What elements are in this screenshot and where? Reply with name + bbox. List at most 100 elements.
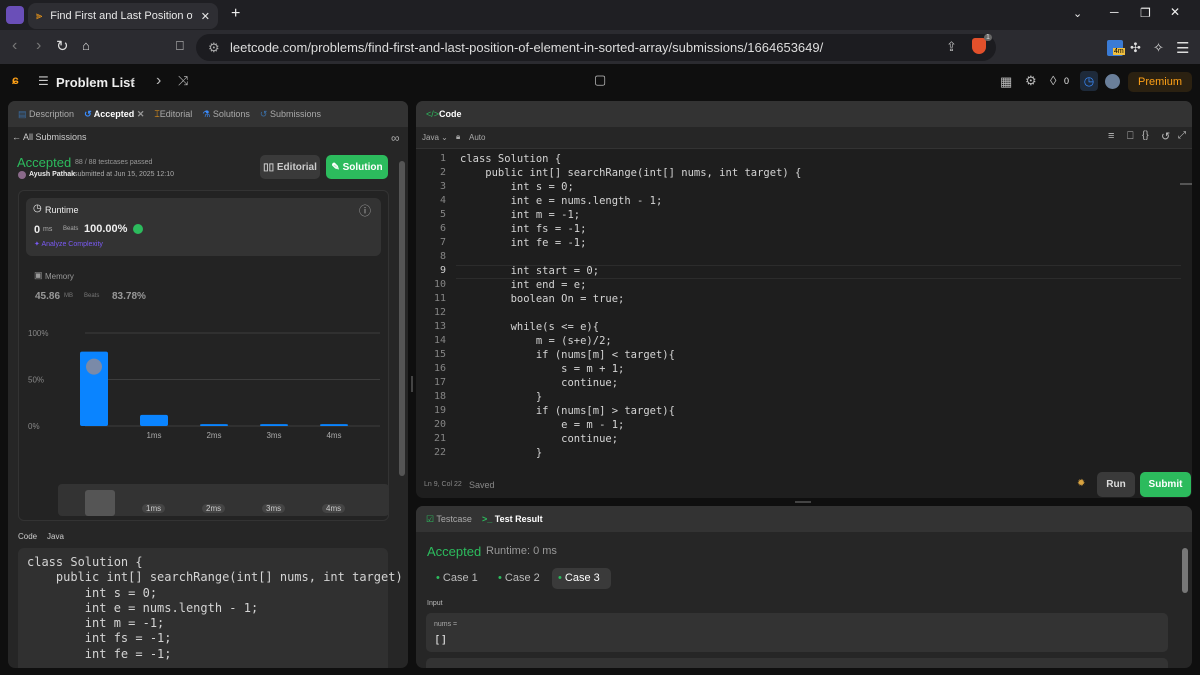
avatar[interactable] xyxy=(1105,74,1120,89)
maximize-icon[interactable]: ❐ xyxy=(1140,6,1151,20)
close-window-icon[interactable]: ✕ xyxy=(1170,5,1180,19)
tab-accepted[interactable]: ↺ Accepted ✕ xyxy=(84,109,144,120)
home-icon[interactable]: ⌂ xyxy=(82,38,90,53)
runtime-card[interactable]: ◷ Runtime ⓘ 0 ms Beats 100.00% ✦ Analyze… xyxy=(26,198,381,256)
language-select[interactable]: Java ⌄ xyxy=(422,133,448,142)
reset-icon[interactable]: ↺ xyxy=(1161,130,1170,143)
user-avatar xyxy=(18,171,26,179)
cursor-position: Ln 9, Col 22 xyxy=(424,481,462,488)
line-number: 15 xyxy=(433,349,446,360)
scrollbar[interactable] xyxy=(399,161,405,476)
back-to-submissions[interactable]: ← All Submissions xyxy=(12,132,87,142)
premium-button[interactable]: Premium xyxy=(1128,72,1192,92)
submission-status: Accepted xyxy=(17,155,72,170)
debug-icon[interactable]: ✹ xyxy=(1077,478,1085,489)
username[interactable]: Ayush Pathak xyxy=(29,171,75,178)
info-icon[interactable]: ⓘ xyxy=(359,202,371,219)
submit-button[interactable]: Submit xyxy=(1140,472,1191,497)
site-settings-icon[interactable]: ⚙ xyxy=(208,40,220,56)
problem-list-link[interactable]: Problem List xyxy=(56,75,135,90)
line-number: 5 xyxy=(439,209,446,220)
vertical-resize-handle[interactable] xyxy=(411,376,413,392)
result-scrollbar[interactable] xyxy=(1182,548,1188,593)
tab-submissions[interactable]: ↺ Submissions xyxy=(260,109,321,120)
x-tick-label: 1ms xyxy=(146,431,161,440)
y-tick-label: 100% xyxy=(28,329,48,338)
tab-test-result[interactable]: >_ Test Result xyxy=(482,514,543,524)
solution-label: Solution xyxy=(342,161,383,173)
leo-ai-icon[interactable]: ✧ xyxy=(1153,40,1164,56)
share-icon[interactable]: ⇪ xyxy=(946,39,957,55)
beats-label: Beats xyxy=(84,293,100,299)
streak-icon[interactable]: ◊ xyxy=(1050,73,1056,88)
analyze-complexity-link[interactable]: ✦ Analyze Complexity xyxy=(34,240,103,248)
tab-editorial[interactable]: ⌶Editorial xyxy=(154,109,192,120)
tab-description[interactable]: ▤ Description xyxy=(18,109,74,120)
braces-icon[interactable]: {} xyxy=(1142,130,1149,141)
line-number: 9 xyxy=(439,265,446,276)
timer-icon[interactable]: ◷ xyxy=(1080,71,1098,91)
layout-icon[interactable]: ▦ xyxy=(1000,74,1012,90)
tab-testcase[interactable]: ☑ Testcase xyxy=(426,514,472,525)
language-label: Java xyxy=(422,133,439,142)
autocomplete-mode[interactable]: Auto xyxy=(469,133,485,142)
bookmark-icon[interactable]: ⎕ xyxy=(176,38,184,54)
bar-4ms xyxy=(320,424,348,426)
line-number: 8 xyxy=(439,251,446,262)
bookmark-icon[interactable]: ⎕ xyxy=(1127,130,1134,143)
code-line: if (nums[m] > target){ xyxy=(460,405,675,417)
notes-icon[interactable]: ▢ xyxy=(594,72,606,88)
expand-icon[interactable]: ⤢ xyxy=(1178,130,1186,141)
code-line: int start = 0; xyxy=(460,265,600,277)
tab-label: Editorial xyxy=(159,108,193,119)
code-editor[interactable]: class Solution { public int[] searchRang… xyxy=(460,153,1180,461)
new-tab-button[interactable]: + xyxy=(231,5,240,23)
format-icon[interactable]: ≡ xyxy=(1108,130,1114,142)
case-1-tab[interactable]: • Case 1 xyxy=(436,572,478,584)
runtime-value: 0 xyxy=(34,224,41,236)
terminal-icon: >_ xyxy=(481,514,493,524)
extensions-icon[interactable]: ✣ xyxy=(1130,40,1141,56)
editor-scrollbar[interactable] xyxy=(1180,183,1192,185)
tab-solutions[interactable]: ⚗ Solutions xyxy=(202,109,250,120)
next-problem-icon[interactable]: › xyxy=(156,72,161,90)
problem-list-icon[interactable]: ☰ xyxy=(38,74,49,88)
line-number: 10 xyxy=(433,279,446,290)
minimize-icon[interactable]: ─ xyxy=(1110,5,1119,19)
code-line: int s = 0; xyxy=(460,181,574,193)
workspace-icon[interactable] xyxy=(6,6,24,24)
leetcode-logo[interactable]: ɕ xyxy=(12,73,19,87)
browser-tab[interactable]: ⫸ Find First and Last Position of Ele ✕ xyxy=(28,3,218,29)
back-icon[interactable]: ‹ xyxy=(12,37,17,55)
chart-range-slider[interactable]: 1ms 2ms 3ms 4ms xyxy=(58,484,389,516)
code-line: m = (s+e)/2; xyxy=(460,335,612,347)
brave-shield-icon[interactable] xyxy=(972,38,986,54)
editorial-button[interactable]: ▯▯ Editorial xyxy=(260,155,320,179)
line-number: 19 xyxy=(433,405,446,416)
tab-search-icon[interactable]: ⌄ xyxy=(1073,7,1082,20)
run-button[interactable]: Run xyxy=(1097,472,1135,497)
left-tabs: ▤ Description ↺ Accepted ✕ ⌶Editorial ⚗ … xyxy=(8,101,408,127)
close-tab-icon[interactable]: ✕ xyxy=(201,10,210,23)
solution-button[interactable]: ✎ Solution xyxy=(326,155,388,179)
slider-handle[interactable] xyxy=(85,490,115,516)
url-bar[interactable]: ⚙ leetcode.com/problems/find-first-and-l… xyxy=(196,34,996,61)
close-tab-icon[interactable]: ✕ xyxy=(137,109,145,119)
code-line: class Solution { xyxy=(460,153,562,165)
settings-icon[interactable]: ⚙ xyxy=(1025,73,1037,89)
reload-icon[interactable]: ↻ xyxy=(56,37,69,55)
forward-icon[interactable]: › xyxy=(36,37,41,55)
prev-problem-icon[interactable]: ‹ xyxy=(130,72,135,90)
case-3-tab[interactable]: • Case 3 xyxy=(552,568,611,589)
runtime-label: Runtime xyxy=(45,205,79,215)
menu-icon[interactable]: ☰ xyxy=(1176,39,1189,57)
beats-label: Beats xyxy=(63,226,79,232)
submission-panel: ▤ Description ↺ Accepted ✕ ⌶Editorial ⚗ … xyxy=(8,101,408,668)
panel-resize-handle[interactable] xyxy=(795,501,811,503)
code-line: e = m - 1; xyxy=(460,419,625,431)
memory-unit: MB xyxy=(64,293,73,299)
link-icon[interactable]: ∞ xyxy=(391,131,400,145)
extension-timer-icon[interactable]: 4m xyxy=(1107,40,1125,56)
shuffle-icon[interactable]: ⤨ xyxy=(178,73,188,89)
case-2-tab[interactable]: • Case 2 xyxy=(498,572,540,584)
